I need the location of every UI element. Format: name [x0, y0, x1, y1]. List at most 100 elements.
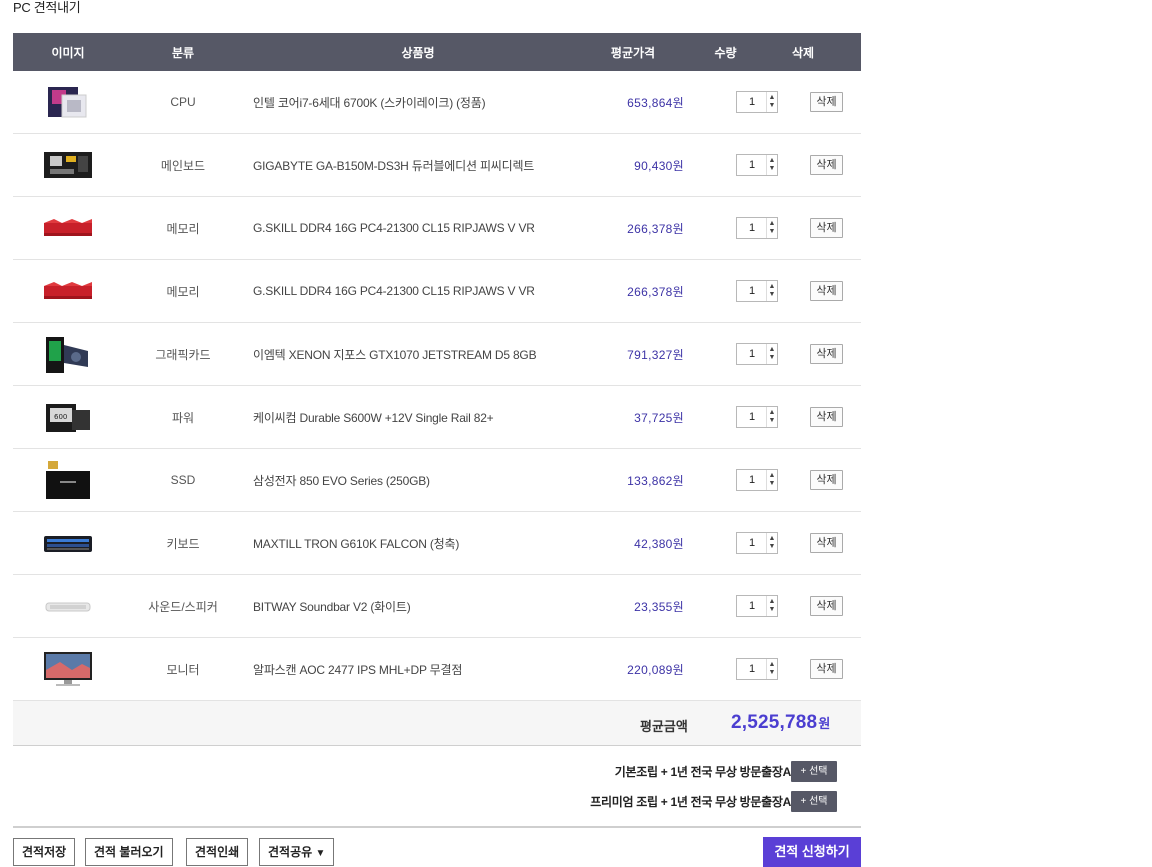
header-image: 이미지: [51, 45, 85, 60]
monitor-icon: [42, 648, 94, 690]
table-row: 사운드/스피커 BITWAY Soundbar V2 (화이트) 23,355원 1 ▲…: [13, 575, 861, 638]
service-basic-select-button[interactable]: + 선택: [791, 761, 837, 782]
spin-arrows[interactable]: ▲ ▼: [766, 659, 777, 679]
quantity-value[interactable]: 1: [737, 281, 766, 301]
soundbar-icon: [42, 585, 94, 627]
quantity-stepper[interactable]: 1 ▲ ▼: [736, 532, 778, 554]
delete-button[interactable]: 삭제: [810, 281, 843, 301]
spin-up-icon[interactable]: ▲: [769, 220, 776, 228]
spin-down-icon[interactable]: ▼: [769, 354, 776, 362]
ram-stick-icon: [42, 207, 94, 249]
divider: [13, 826, 861, 828]
spin-arrows[interactable]: ▲ ▼: [766, 344, 777, 364]
product-price: 37,725원: [634, 410, 684, 425]
quantity-stepper[interactable]: 1 ▲ ▼: [736, 595, 778, 617]
quantity-value[interactable]: 1: [737, 533, 766, 553]
quantity-stepper[interactable]: 1 ▲ ▼: [736, 280, 778, 302]
spin-down-icon[interactable]: ▼: [769, 165, 776, 173]
save-estimate-button[interactable]: 견적저장: [13, 838, 76, 866]
quantity-stepper[interactable]: 1 ▲ ▼: [736, 343, 778, 365]
spin-up-icon[interactable]: ▲: [769, 661, 776, 669]
spin-arrows[interactable]: ▲ ▼: [766, 596, 777, 616]
spin-down-icon[interactable]: ▼: [769, 228, 776, 236]
quantity-value[interactable]: 1: [737, 344, 766, 364]
header-qty: 수량: [714, 45, 737, 60]
spin-down-icon[interactable]: ▼: [769, 606, 776, 614]
quantity-value[interactable]: 1: [737, 218, 766, 238]
table-row: 메인보드 GIGABYTE GA-B150M-DS3H 듀러블에디션 피씨디렉트 9…: [13, 134, 861, 197]
delete-button[interactable]: 삭제: [810, 155, 843, 175]
caret-down-icon: ▼: [315, 848, 326, 859]
quantity-stepper[interactable]: 1 ▲ ▼: [736, 91, 778, 113]
graphics-card-icon: [42, 333, 94, 375]
spin-down-icon[interactable]: ▼: [769, 543, 776, 551]
share-estimate-button[interactable]: 견적공유 ▼: [259, 838, 335, 866]
delete-button[interactable]: 삭제: [810, 218, 843, 238]
load-estimate-button[interactable]: 견적 불러오기: [85, 838, 173, 866]
spin-up-icon[interactable]: ▲: [769, 283, 776, 291]
product-price: 133,862원: [627, 473, 684, 488]
spin-up-icon[interactable]: ▲: [769, 157, 776, 165]
apply-estimate-button[interactable]: 견적 신청하기: [763, 837, 861, 867]
product-category: 메인보드: [160, 158, 206, 173]
spin-arrows[interactable]: ▲ ▼: [766, 281, 777, 301]
spin-arrows[interactable]: ▲ ▼: [766, 155, 777, 175]
quantity-stepper[interactable]: 1 ▲ ▼: [736, 658, 778, 680]
quantity-stepper[interactable]: 1 ▲ ▼: [736, 469, 778, 491]
spin-down-icon[interactable]: ▼: [769, 102, 776, 110]
quantity-value[interactable]: 1: [737, 596, 766, 616]
delete-button[interactable]: 삭제: [810, 470, 843, 490]
delete-button[interactable]: 삭제: [810, 659, 843, 679]
quantity-cell: 1 ▲ ▼: [684, 217, 778, 239]
product-category: 메모리: [166, 284, 200, 299]
spin-up-icon[interactable]: ▲: [769, 94, 776, 102]
svg-text:600: 600: [54, 413, 67, 421]
spin-arrows[interactable]: ▲ ▼: [766, 218, 777, 238]
product-image: [13, 648, 123, 690]
quantity-value[interactable]: 1: [737, 155, 766, 175]
delete-cell: 삭제: [778, 596, 861, 616]
quantity-value[interactable]: 1: [737, 659, 766, 679]
delete-button[interactable]: 삭제: [810, 92, 843, 112]
delete-button[interactable]: 삭제: [810, 344, 843, 364]
spin-up-icon[interactable]: ▲: [769, 472, 776, 480]
spin-down-icon[interactable]: ▼: [769, 417, 776, 425]
quantity-value[interactable]: 1: [737, 407, 766, 427]
spin-up-icon[interactable]: ▲: [769, 409, 776, 417]
header-category: 분류: [171, 45, 195, 60]
product-price: 90,430원: [634, 158, 684, 173]
print-estimate-button[interactable]: 견적인쇄: [186, 838, 249, 866]
product-image: [13, 144, 123, 186]
total-unit: 원: [818, 716, 831, 731]
quantity-stepper[interactable]: 1 ▲ ▼: [736, 217, 778, 239]
header-name: 상품명: [401, 45, 435, 60]
quantity-cell: 1 ▲ ▼: [684, 406, 778, 428]
spin-up-icon[interactable]: ▲: [769, 598, 776, 606]
product-price: 653,864원: [627, 95, 684, 110]
service-premium-select-button[interactable]: + 선택: [791, 791, 837, 812]
spin-arrows[interactable]: ▲ ▼: [766, 92, 777, 112]
spin-down-icon[interactable]: ▼: [769, 291, 776, 299]
share-label: 견적공유: [268, 845, 313, 859]
quantity-value[interactable]: 1: [737, 92, 766, 112]
spin-up-icon[interactable]: ▲: [769, 535, 776, 543]
quantity-cell: 1 ▲ ▼: [684, 469, 778, 491]
spin-up-icon[interactable]: ▲: [769, 346, 776, 354]
spin-arrows[interactable]: ▲ ▼: [766, 470, 777, 490]
delete-button[interactable]: 삭제: [810, 407, 843, 427]
quantity-cell: 1 ▲ ▼: [684, 343, 778, 365]
quantity-stepper[interactable]: 1 ▲ ▼: [736, 406, 778, 428]
spin-arrows[interactable]: ▲ ▼: [766, 407, 777, 427]
delete-button[interactable]: 삭제: [810, 596, 843, 616]
quantity-stepper[interactable]: 1 ▲ ▼: [736, 154, 778, 176]
product-image: [13, 585, 123, 627]
estimate-table: 이미지 분류 상품명 평균가격 수량 삭제 CPU 인텔 코어i7-6세대 670…: [13, 33, 861, 701]
product-name: 인텔 코어i7-6세대 6700K (스카이레이크) (정품): [253, 95, 486, 110]
spin-down-icon[interactable]: ▼: [769, 669, 776, 677]
delete-button[interactable]: 삭제: [810, 533, 843, 553]
spin-arrows[interactable]: ▲ ▼: [766, 533, 777, 553]
quantity-cell: 1 ▲ ▼: [684, 154, 778, 176]
spin-down-icon[interactable]: ▼: [769, 480, 776, 488]
quantity-value[interactable]: 1: [737, 470, 766, 490]
total-amount: 2,525,788: [731, 712, 818, 733]
